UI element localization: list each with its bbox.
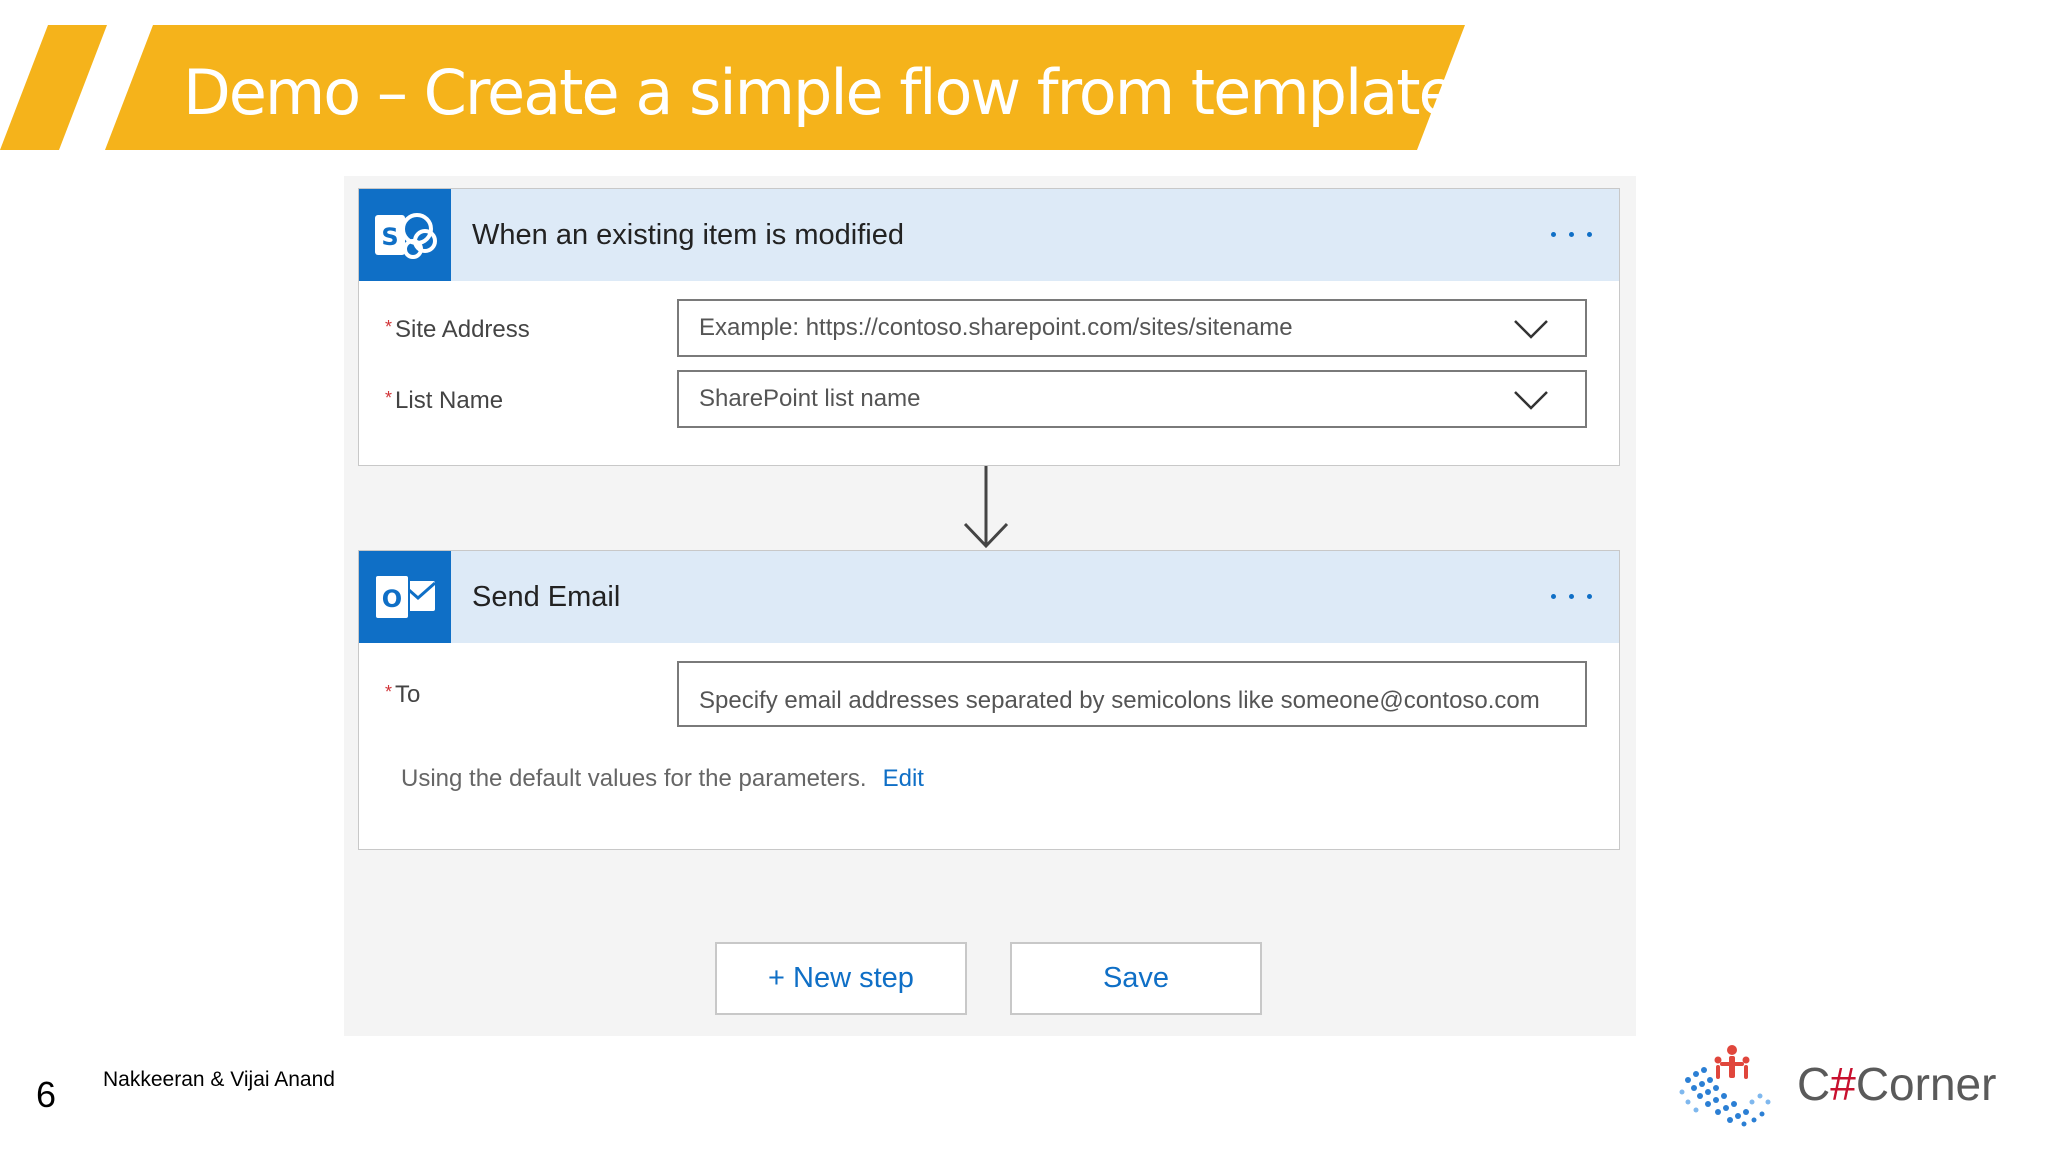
save-button[interactable]: Save bbox=[1010, 942, 1262, 1015]
svg-text:O: O bbox=[382, 585, 402, 613]
outlook-icon: O bbox=[359, 551, 451, 643]
new-step-button[interactable]: + New step bbox=[715, 942, 967, 1015]
slide-title: Demo – Create a simple flow from templat… bbox=[183, 56, 1457, 129]
list-name-dropdown[interactable]: SharePoint list name bbox=[677, 370, 1587, 428]
trigger-card: S When an existing item is modified * Sit… bbox=[358, 188, 1620, 466]
author-credit: Nakkeeran & Vijai Anand bbox=[103, 1068, 335, 1091]
to-input[interactable]: Specify email addresses separated by sem… bbox=[677, 661, 1587, 727]
trigger-card-header[interactable]: S When an existing item is modified bbox=[359, 189, 1619, 281]
to-placeholder: Specify email addresses separated by sem… bbox=[699, 687, 1540, 714]
csharp-corner-logo-icon bbox=[1668, 1040, 1788, 1130]
trigger-title: When an existing item is modified bbox=[472, 219, 904, 251]
send-email-card: O Send Email * To Specify email addresses… bbox=[358, 550, 1620, 850]
sharepoint-icon: S bbox=[359, 189, 451, 281]
send-email-title: Send Email bbox=[472, 581, 621, 613]
site-address-placeholder: Example: https://contoso.sharepoint.com/… bbox=[699, 314, 1293, 341]
more-options-icon[interactable] bbox=[1547, 581, 1597, 611]
default-values-info: Using the default values for the paramet… bbox=[401, 765, 924, 792]
site-address-label: * Site Address bbox=[385, 316, 530, 343]
chevron-down-icon bbox=[1514, 320, 1548, 339]
csharp-corner-logo-text: C#Corner bbox=[1797, 1058, 1997, 1110]
arrow-down-icon bbox=[963, 466, 1009, 549]
send-email-card-header[interactable]: O Send Email bbox=[359, 551, 1619, 643]
more-options-icon[interactable] bbox=[1547, 219, 1597, 249]
svg-text:S: S bbox=[381, 223, 398, 251]
edit-link[interactable]: Edit bbox=[883, 765, 924, 792]
site-address-dropdown[interactable]: Example: https://contoso.sharepoint.com/… bbox=[677, 299, 1587, 357]
list-name-placeholder: SharePoint list name bbox=[699, 385, 921, 412]
list-name-label: * List Name bbox=[385, 387, 504, 414]
to-label: * To bbox=[385, 681, 421, 708]
page-number: 6 bbox=[36, 1074, 57, 1115]
flow-canvas: S When an existing item is modified * Sit… bbox=[344, 176, 1636, 1036]
chevron-down-icon bbox=[1514, 391, 1548, 410]
